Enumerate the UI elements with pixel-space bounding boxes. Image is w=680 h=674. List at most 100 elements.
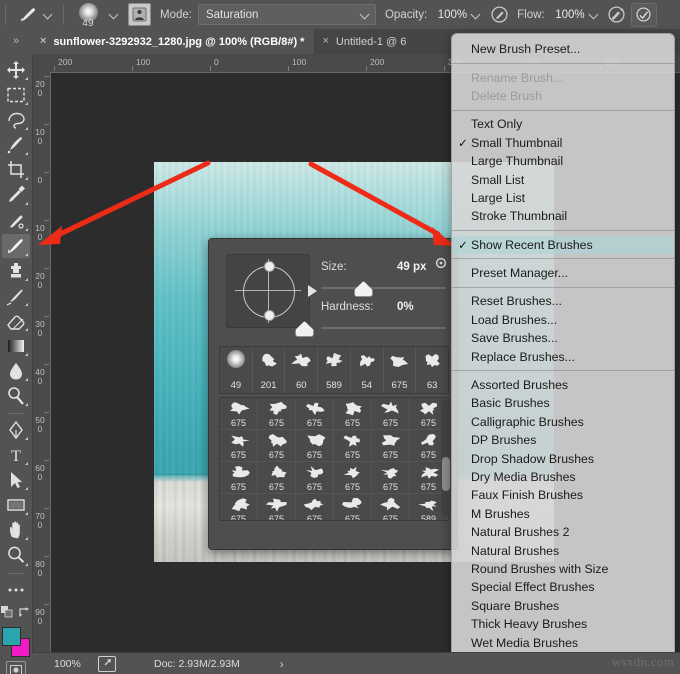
dial-handle-bottom[interactable] (264, 310, 275, 321)
vertical-ruler[interactable]: 2001000100200300400500600700800900 (32, 72, 51, 652)
color-swatches[interactable] (2, 627, 30, 656)
flow-value[interactable]: 100% (551, 9, 585, 21)
rectangle-tool[interactable] (2, 493, 30, 517)
status-expand-arrow[interactable]: › (280, 657, 284, 671)
menu-item[interactable]: Load Brushes... (452, 311, 674, 329)
brush-preset-item[interactable]: 675 (296, 430, 334, 462)
dial-handle-top[interactable] (264, 261, 275, 272)
move-tool[interactable] (2, 58, 30, 82)
hardness-slider-track[interactable] (321, 327, 446, 329)
lasso-tool[interactable] (2, 108, 30, 132)
menu-item[interactable]: Drop Shadow Brushes (452, 449, 674, 467)
dial-angle-arrow[interactable] (308, 285, 317, 297)
gradient-tool[interactable] (2, 334, 30, 358)
menu-item[interactable]: Save Brushes... (452, 329, 674, 347)
menu-item[interactable]: Assorted Brushes (452, 376, 674, 394)
brush-preset-item[interactable]: 675 (258, 494, 296, 521)
spot-healing-brush-tool[interactable] (2, 208, 30, 232)
menu-item[interactable]: Stroke Thumbnail (452, 207, 674, 225)
brush-preset-item[interactable]: 675 (258, 430, 296, 462)
dodge-tool[interactable] (2, 384, 30, 408)
scrollbar-thumb[interactable] (442, 457, 450, 491)
menu-item[interactable]: Calligraphic Brushes (452, 413, 674, 431)
swap-colors-icon[interactable] (19, 605, 31, 623)
menu-item[interactable]: Replace Brushes... (452, 347, 674, 365)
brush-preset-item[interactable]: 675 (334, 398, 372, 430)
menu-item[interactable]: Small List (452, 170, 674, 188)
brush-tool[interactable] (2, 234, 30, 258)
zoom-tool[interactable] (2, 543, 30, 567)
menu-item[interactable]: Round Brushes with Size (452, 560, 674, 578)
brush-preset-item[interactable]: 675 (334, 430, 372, 462)
brush-preset-picker-panel[interactable]: Size: 49 px Hardness: 0% 492016058954675… (208, 238, 458, 550)
menu-item[interactable]: M Brushes (452, 505, 674, 523)
menu-item[interactable]: DP Brushes (452, 431, 674, 449)
brush-preset-chevron-icon[interactable] (43, 9, 54, 20)
menu-item[interactable]: ✓Small Thumbnail (452, 134, 674, 152)
gear-icon[interactable] (433, 255, 449, 271)
rectangular-marquee-tool[interactable] (2, 83, 30, 107)
recent-brush-item[interactable]: 54 (351, 347, 384, 393)
path-selection-tool[interactable] (2, 468, 30, 492)
quick-selection-tool[interactable] (2, 133, 30, 157)
flow-chevron-icon[interactable] (589, 9, 600, 20)
recent-brush-item[interactable]: 63 (416, 347, 448, 393)
size-slider-thumb[interactable] (354, 281, 373, 297)
horizontal-type-tool[interactable]: T (2, 443, 30, 467)
menu-item[interactable]: Large Thumbnail (452, 152, 674, 170)
menu-item[interactable]: Natural Brushes 2 (452, 523, 674, 541)
brush-preset-item[interactable]: 675 (220, 398, 258, 430)
brush-picker-chevron-icon[interactable] (109, 9, 120, 20)
brush-preset-item[interactable]: 675 (296, 494, 334, 521)
menu-item[interactable]: ✓Show Recent Brushes (452, 236, 674, 254)
recent-brushes-row[interactable]: 49201605895467563 (219, 346, 449, 394)
options-bar[interactable]: 49 Mode: Saturation Opacity: 100% Flow: … (0, 0, 680, 30)
brush-panel-context-menu[interactable]: New Brush Preset...Rename Brush...Delete… (451, 33, 675, 657)
crop-tool[interactable] (2, 158, 30, 182)
recent-brush-item[interactable]: 49 (220, 347, 253, 393)
color-controls[interactable] (1, 605, 31, 623)
brush-preset-item[interactable]: 675 (372, 398, 410, 430)
zoom-level-field[interactable]: 100% (54, 658, 96, 670)
history-brush-tool[interactable] (2, 284, 30, 308)
double-chevron-right-icon[interactable]: » (0, 29, 32, 54)
menu-item[interactable]: Preset Manager... (452, 264, 674, 282)
close-icon[interactable]: × (40, 36, 46, 47)
foreground-color-swatch[interactable] (2, 627, 21, 646)
brush-preset-item[interactable]: 675 (334, 494, 372, 521)
menu-item[interactable]: Square Brushes (452, 597, 674, 615)
quick-mask-icon[interactable] (6, 661, 26, 674)
tablet-pressure-icon[interactable] (128, 3, 151, 26)
brush-preset-item[interactable]: 675 (296, 398, 334, 430)
eraser-tool[interactable] (2, 309, 30, 333)
brush-preset-item[interactable]: 675 (220, 462, 258, 494)
brush-grid-scrollbar[interactable] (441, 399, 451, 517)
menu-item[interactable]: Natural Brushes (452, 541, 674, 559)
clone-stamp-tool[interactable] (2, 259, 30, 283)
menu-item[interactable]: Wet Media Brushes (452, 633, 674, 651)
options-bar-grip[interactable] (5, 5, 6, 25)
menu-item[interactable]: Special Effect Brushes (452, 578, 674, 596)
smoothing-icon[interactable] (631, 3, 657, 27)
edit-toolbar-button[interactable] (2, 578, 30, 602)
menu-item[interactable]: Large List (452, 189, 674, 207)
status-bar[interactable]: 100% Doc: 2.93M/2.93M › (32, 652, 680, 674)
recent-brush-item[interactable]: 60 (285, 347, 318, 393)
brush-preset-item[interactable]: 675 (372, 494, 410, 521)
size-slider-track[interactable] (321, 287, 446, 289)
brush-icon[interactable] (17, 4, 39, 26)
eyedropper-tool[interactable] (2, 183, 30, 207)
menu-item[interactable]: Basic Brushes (452, 394, 674, 412)
recent-brush-item[interactable]: 201 (253, 347, 286, 393)
brush-preset-preview[interactable]: 49 (71, 0, 105, 29)
brush-preset-item[interactable]: 675 (258, 462, 296, 494)
brush-preset-item[interactable]: 675 (220, 494, 258, 521)
menu-item[interactable]: Faux Finish Brushes (452, 486, 674, 504)
brush-preset-item[interactable]: 675 (334, 462, 372, 494)
share-icon[interactable] (98, 656, 116, 672)
blend-mode-select[interactable]: Saturation (198, 4, 376, 25)
recent-brush-item[interactable]: 589 (318, 347, 351, 393)
brush-preset-item[interactable]: 675 (258, 398, 296, 430)
opacity-value[interactable]: 100% (433, 9, 467, 21)
pen-tool[interactable] (2, 418, 30, 442)
